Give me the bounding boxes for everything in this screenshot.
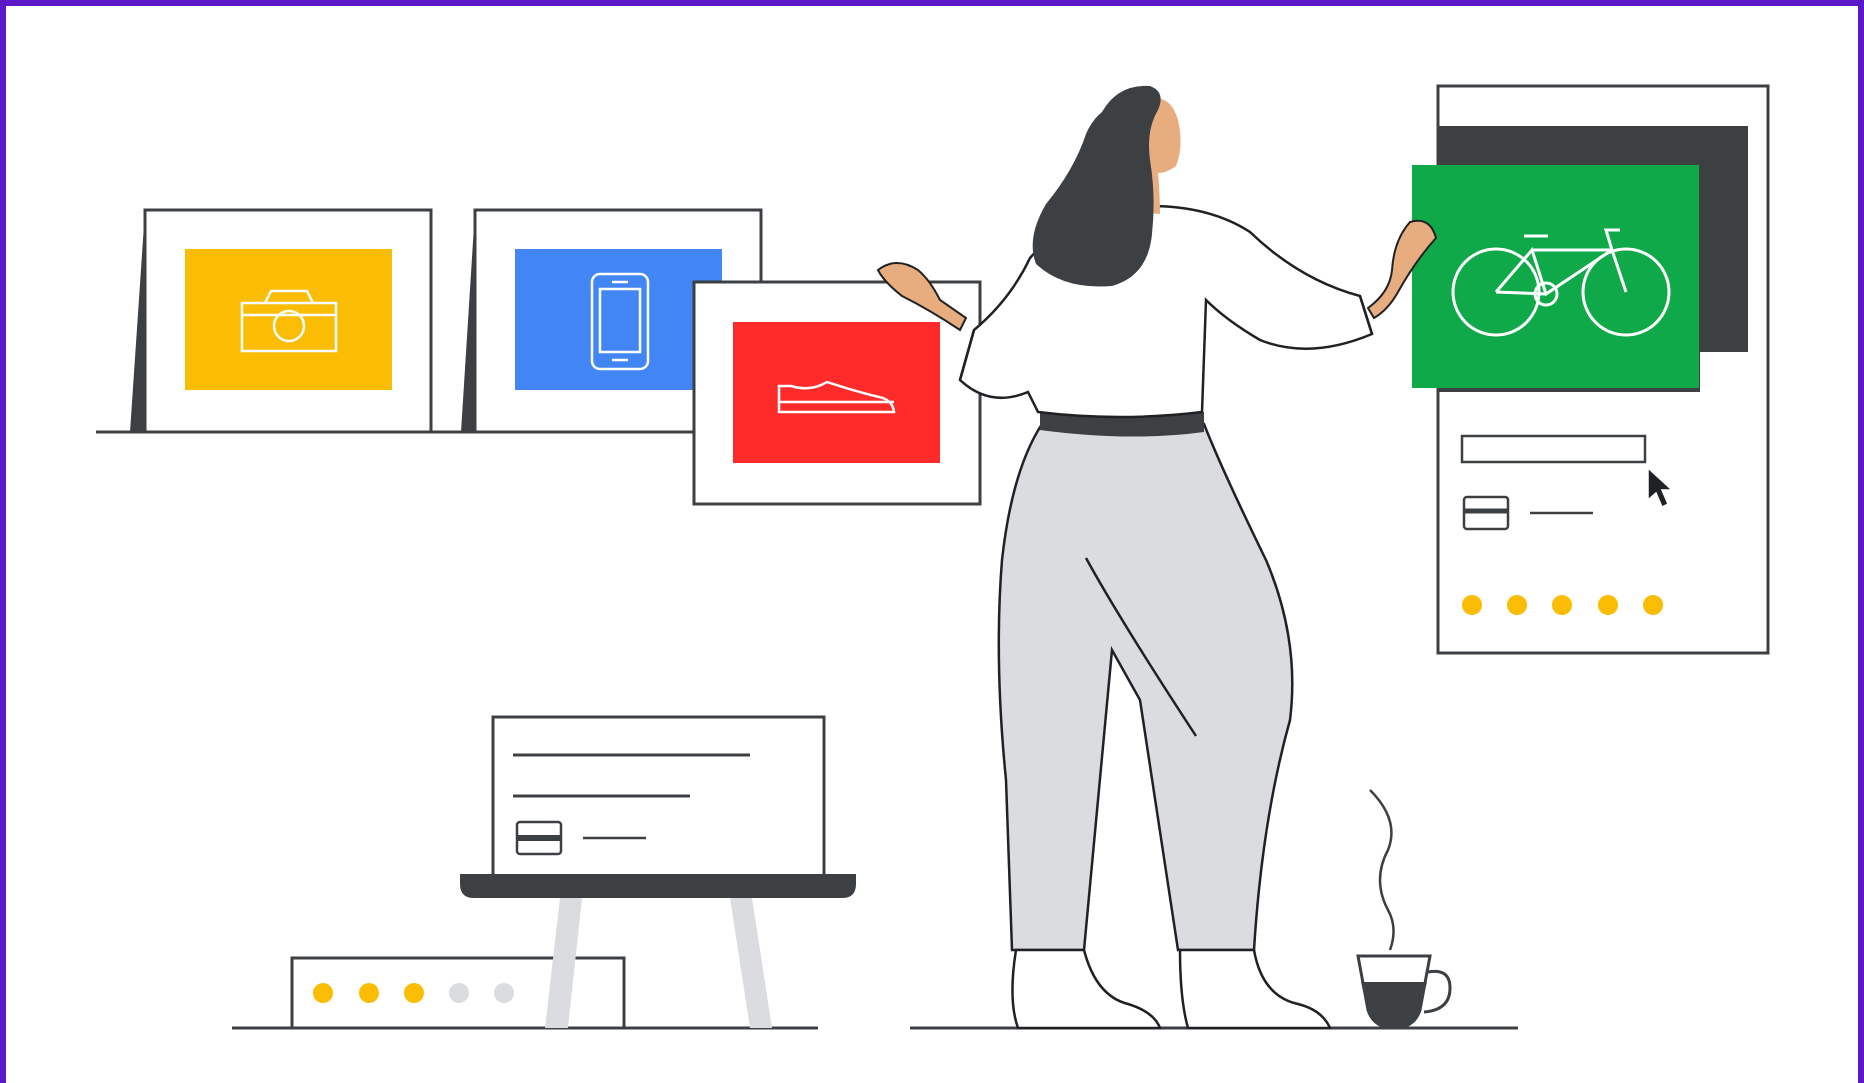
camera-card: [130, 208, 433, 434]
panel-input-bar: [1460, 434, 1647, 464]
desk-scene: [232, 715, 856, 1030]
woman-figure: [876, 85, 1438, 1030]
illustration-svg: [96, 84, 1770, 1030]
laptop-base: [460, 874, 856, 898]
illustration-canvas: [6, 6, 1858, 1083]
product-detail-panel: [1412, 84, 1770, 655]
red-panel: [733, 322, 940, 463]
yellow-panel: [185, 249, 392, 390]
product-shelf: [96, 208, 763, 434]
